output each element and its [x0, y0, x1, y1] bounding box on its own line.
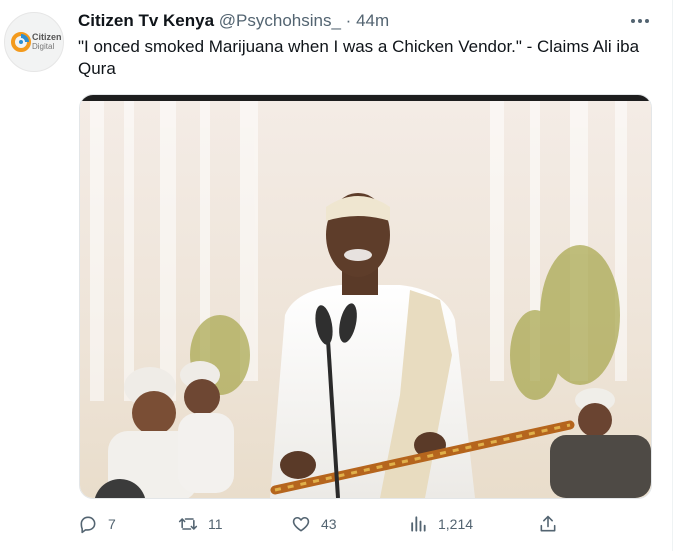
tweet-photo[interactable]: [79, 94, 652, 499]
views-count: 1,214: [438, 516, 474, 532]
author-name[interactable]: Citizen Tv Kenya: [78, 11, 214, 30]
reply-icon: [80, 516, 96, 534]
like-icon: [292, 516, 310, 532]
avatar[interactable]: Citizen Digital: [4, 12, 64, 72]
retweet-count: 11: [208, 516, 223, 532]
reply-button[interactable]: 7: [78, 512, 116, 536]
photo-illustration: [80, 95, 651, 498]
share-icon: [540, 515, 556, 532]
citizen-digital-logo: Citizen Digital: [11, 32, 62, 52]
tweet[interactable]: Citizen Digital Citizen Tv Kenya @Psycho…: [0, 0, 673, 551]
retweet-button[interactable]: 11: [178, 512, 223, 536]
views-icon: [411, 516, 426, 532]
tweet-header: Citizen Tv Kenya @Psychohsins_ · 44m: [78, 10, 389, 32]
reply-count: 7: [108, 516, 116, 532]
more-icon[interactable]: [627, 11, 653, 31]
retweet-icon: [178, 518, 198, 530]
separator-dot: ·: [345, 11, 352, 30]
author-handle[interactable]: @Psychohsins_: [219, 11, 341, 30]
share-button[interactable]: [538, 512, 558, 536]
logo-text-top: Citizen: [32, 32, 62, 42]
like-count: 43: [321, 516, 337, 532]
tweet-actions: 7 11 43 1,214: [78, 512, 578, 536]
logo-text-bottom: Digital: [32, 42, 54, 51]
timestamp[interactable]: 44m: [356, 11, 389, 30]
views-button[interactable]: 1,214: [408, 512, 473, 536]
like-button[interactable]: 43: [291, 512, 337, 536]
tweet-text: "I onced smoked Marijuana when I was a C…: [78, 37, 640, 78]
